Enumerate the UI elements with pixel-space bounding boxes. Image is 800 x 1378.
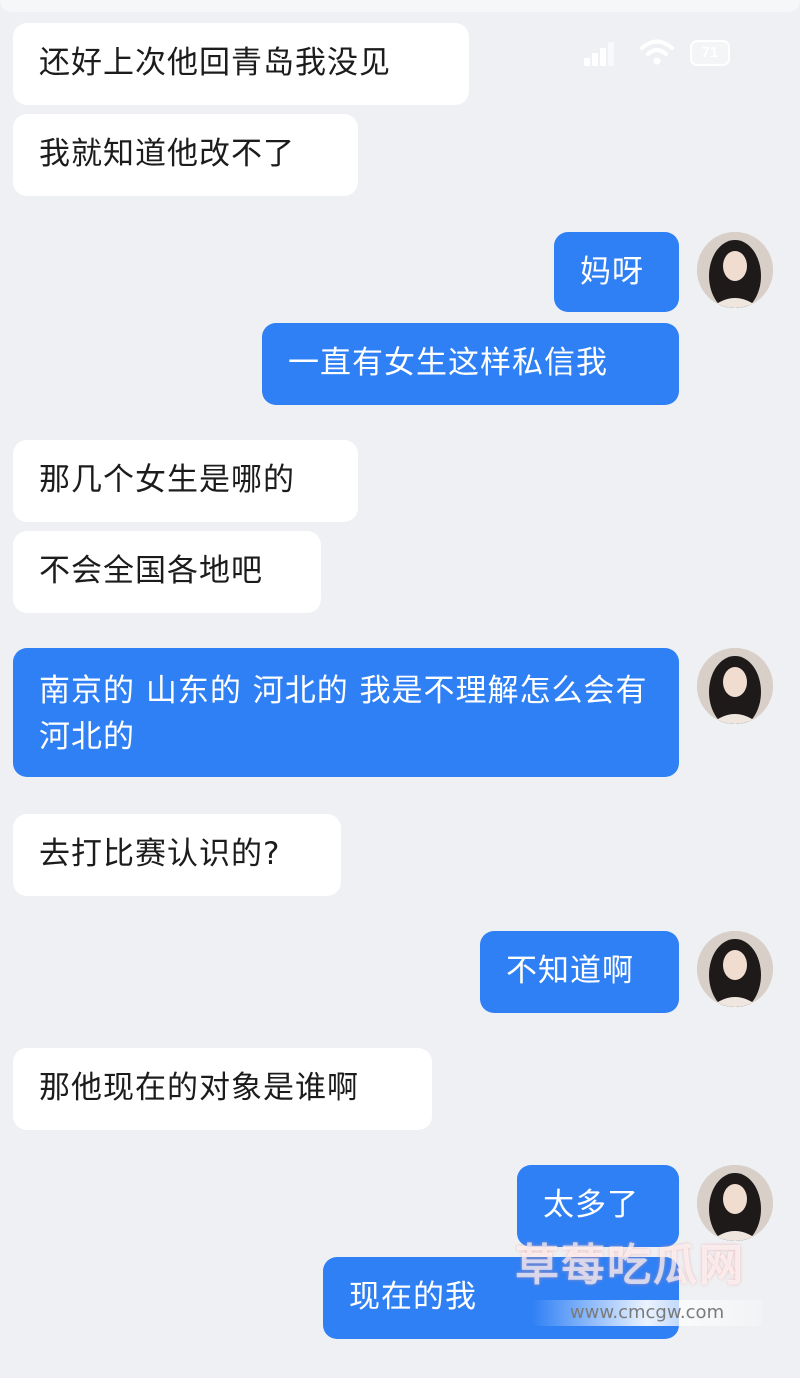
message-text: 我就知道他改不了 [39, 136, 295, 172]
watermark-url: www.cmcgw.com [532, 1300, 762, 1326]
message-text: 妈呀 [580, 254, 644, 290]
wifi-icon [640, 38, 674, 68]
message-text: 那他现在的对象是谁啊 [39, 1070, 359, 1106]
message-text: 那几个女生是哪的 [39, 462, 295, 498]
avatar[interactable] [697, 931, 773, 1007]
message-text: 一直有女生这样私信我 [288, 345, 608, 381]
status-bar: 71 [584, 38, 744, 68]
message-received[interactable]: 还好上次他回青岛我没见 [13, 23, 469, 105]
message-received[interactable]: 不会全国各地吧 [13, 531, 321, 613]
battery-icon: 71 [690, 40, 730, 66]
message-sent[interactable]: 不知道啊 [480, 931, 679, 1013]
message-text: 不知道啊 [506, 953, 634, 989]
message-text: 南京的 山东的 河北的 我是不理解怎么会有河北的 [39, 673, 648, 755]
message-sent[interactable]: 一直有女生这样私信我 [262, 323, 679, 405]
message-text: 不会全国各地吧 [39, 553, 263, 589]
message-received[interactable]: 我就知道他改不了 [13, 114, 358, 196]
signal-bars-icon [584, 42, 616, 66]
avatar[interactable] [697, 1165, 773, 1241]
message-text: 去打比赛认识的? [39, 836, 281, 872]
message-sent[interactable]: 南京的 山东的 河北的 我是不理解怎么会有河北的 [13, 648, 679, 777]
message-received[interactable]: 那他现在的对象是谁啊 [13, 1048, 432, 1130]
avatar[interactable] [697, 648, 773, 724]
message-sent[interactable]: 妈呀 [554, 232, 679, 312]
message-text: 太多了 [543, 1187, 639, 1223]
message-text: 现在的我 [349, 1279, 477, 1315]
message-received[interactable]: 去打比赛认识的? [13, 814, 341, 896]
message-received[interactable]: 那几个女生是哪的 [13, 440, 358, 522]
avatar[interactable] [697, 232, 773, 308]
message-sent[interactable]: 太多了 [517, 1165, 679, 1247]
battery-level: 71 [701, 44, 719, 61]
top-edge [0, 0, 800, 12]
watermark-title: 草莓吃瓜网 [515, 1240, 745, 1291]
message-text: 还好上次他回青岛我没见 [39, 45, 391, 81]
